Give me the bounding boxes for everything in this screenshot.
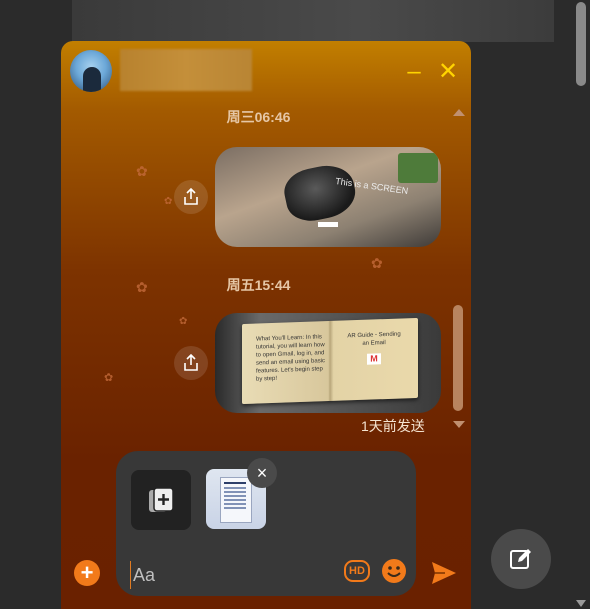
add-attachment-button[interactable] xyxy=(131,470,191,530)
page-scrollbar-thumb[interactable] xyxy=(576,2,586,86)
hd-toggle[interactable]: HD xyxy=(344,560,370,582)
add-image-icon xyxy=(149,487,174,512)
timestamp: 周五15:44 xyxy=(226,277,291,293)
share-button[interactable] xyxy=(174,180,208,214)
share-icon xyxy=(184,354,198,371)
emoji-icon[interactable] xyxy=(381,558,407,584)
confetti-decoration: ✿ xyxy=(371,255,383,271)
share-icon xyxy=(184,188,198,205)
ar-book: What You'll Learn: In this tutorial, you… xyxy=(242,317,418,405)
gmail-icon: M xyxy=(367,353,381,365)
photo-monitor xyxy=(398,153,438,183)
remove-attachment-button[interactable]: × xyxy=(247,458,277,488)
confetti-decoration: ✿ xyxy=(104,372,114,384)
chat-header: – ✕ xyxy=(61,41,471,101)
contact-name-redacted xyxy=(120,49,252,91)
close-button[interactable]: ✕ xyxy=(435,59,461,85)
timestamp: 周三06:46 xyxy=(226,109,291,125)
background-window-strip xyxy=(72,0,554,42)
confetti-decoration: ✿ xyxy=(179,316,188,327)
book-right-page: AR Guide - Sending an Email M xyxy=(346,330,402,365)
image-message[interactable]: This is a SCREEN xyxy=(215,147,441,247)
sent-status: 1天前发送 xyxy=(361,418,425,434)
scroll-down-arrow[interactable] xyxy=(453,421,465,428)
image-message[interactable]: What You'll Learn: In this tutorial, you… xyxy=(215,313,441,413)
message-scrollbar-thumb[interactable] xyxy=(453,305,463,411)
chat-window: ✿ ✿ ✿ ✿ ✿ ✿ – ✕ 周三06:46 This is a SCREEN… xyxy=(61,41,471,609)
photo-mouse xyxy=(280,160,360,226)
minimize-button[interactable]: – xyxy=(401,59,427,85)
book-right-title: AR Guide - Sending an Email xyxy=(347,331,401,347)
avatar[interactable] xyxy=(70,50,112,92)
share-button[interactable] xyxy=(174,346,208,380)
message-input[interactable] xyxy=(130,561,335,589)
edit-icon xyxy=(510,549,531,569)
confetti-decoration: ✿ xyxy=(136,163,148,179)
confetti-decoration: ✿ xyxy=(164,196,173,207)
attachment-preview xyxy=(220,477,252,523)
add-button[interactable]: + xyxy=(74,560,100,586)
book-left-page: What You'll Learn: In this tutorial, you… xyxy=(256,334,326,383)
compose-button[interactable] xyxy=(491,529,551,589)
composer: × HD xyxy=(116,451,416,596)
send-icon[interactable] xyxy=(430,559,458,587)
page-scroll-down-arrow[interactable] xyxy=(576,600,586,607)
page-scrollbar[interactable] xyxy=(572,0,590,609)
photo-ui-button xyxy=(318,222,338,227)
